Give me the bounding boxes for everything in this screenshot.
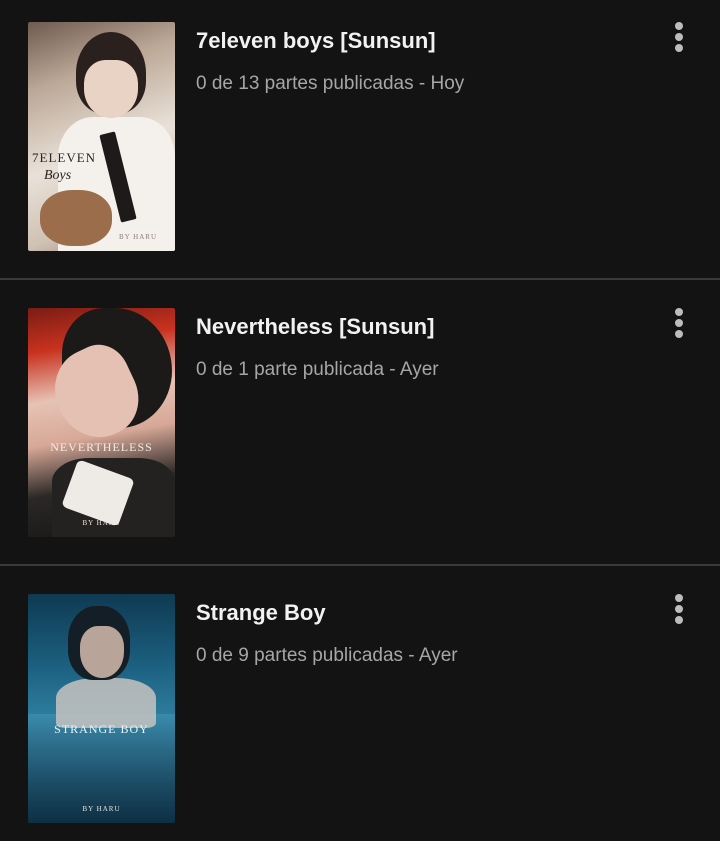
cover-title: NEVERTHELESS: [50, 440, 153, 454]
more-vertical-icon: [675, 33, 683, 41]
cover-figure: [84, 60, 138, 118]
divider: [0, 278, 720, 280]
story-parts-info: 0 de 1 parte publicada - Ayer: [196, 359, 439, 380]
cover-title: 7ELEVEN: [32, 150, 97, 165]
story-title[interactable]: Nevertheless [Sunsun]: [196, 314, 434, 340]
cover-author: BY HARU: [82, 519, 121, 527]
story-list: 7ELEVEN Boys BY HARU 7eleven boys [Sunsu…: [0, 0, 720, 841]
story-item[interactable]: STRANGE BOY BY HARU Strange Boy 0 de 9 p…: [0, 572, 720, 841]
more-vertical-icon: [675, 22, 683, 30]
divider: [0, 564, 720, 566]
more-vertical-icon: [675, 605, 683, 613]
story-item[interactable]: NEVERTHELESS BY HARU Nevertheless [Sunsu…: [0, 286, 720, 570]
cover-figure: [40, 190, 112, 246]
more-vertical-icon: [675, 594, 683, 602]
cover-figure: [56, 678, 156, 728]
story-cover[interactable]: STRANGE BOY BY HARU: [28, 594, 175, 823]
more-options-button[interactable]: [664, 18, 694, 58]
more-options-button[interactable]: [664, 304, 694, 344]
more-vertical-icon: [675, 616, 683, 624]
more-vertical-icon: [675, 44, 683, 52]
more-vertical-icon: [675, 330, 683, 338]
cover-title: STRANGE BOY: [54, 722, 149, 736]
story-item[interactable]: 7ELEVEN Boys BY HARU 7eleven boys [Sunsu…: [0, 0, 720, 284]
cover-subtitle: Boys: [44, 168, 72, 183]
cover-author: BY HARU: [82, 805, 121, 813]
more-options-button[interactable]: [664, 590, 694, 630]
story-cover[interactable]: 7ELEVEN Boys BY HARU: [28, 22, 175, 251]
more-vertical-icon: [675, 319, 683, 327]
story-parts-info: 0 de 13 partes publicadas - Hoy: [196, 73, 465, 94]
cover-figure: [80, 626, 124, 678]
story-parts-info: 0 de 9 partes publicadas - Ayer: [196, 645, 458, 666]
more-vertical-icon: [675, 308, 683, 316]
story-title[interactable]: 7eleven boys [Sunsun]: [196, 28, 436, 54]
cover-author: BY HARU: [118, 233, 158, 241]
story-title[interactable]: Strange Boy: [196, 600, 326, 626]
story-cover[interactable]: NEVERTHELESS BY HARU: [28, 308, 175, 537]
